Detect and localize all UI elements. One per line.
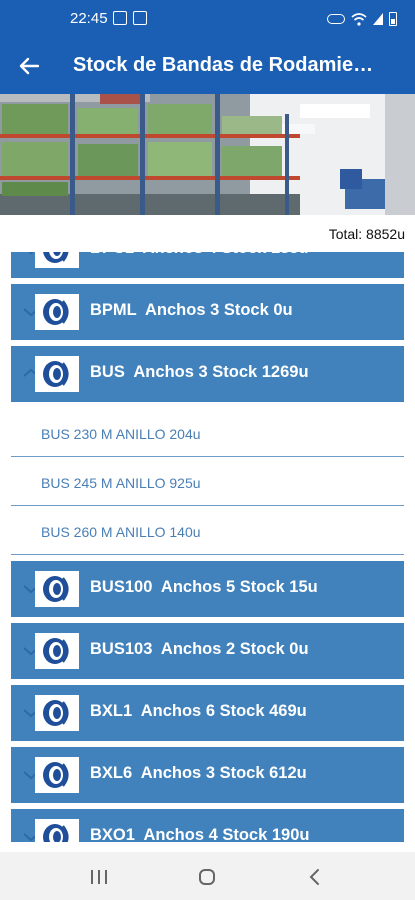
arrow-left-icon: [19, 57, 39, 75]
group-header[interactable]: BUS Anchos 3 Stock 1269u: [11, 346, 404, 402]
group-label: BUS100 Anchos 5 Stock 15u: [90, 578, 318, 596]
warehouse-banner-image: [0, 94, 415, 215]
group-header[interactable]: BPML Anchos 3 Stock 0u: [11, 284, 404, 340]
list-item-label: BUS 245 M ANILLO 925u: [41, 475, 201, 491]
status-notification-icons: [113, 11, 147, 25]
list-item[interactable]: BUS 245 M ANILLO 925u: [11, 457, 404, 506]
brand-logo: [35, 571, 79, 607]
tire-logo-icon: [43, 361, 69, 387]
tire-logo-icon: [43, 299, 69, 325]
group-header[interactable]: BUS103 Anchos 2 Stock 0u: [11, 623, 404, 679]
back-icon: [309, 869, 319, 885]
group-header[interactable]: BXL6 Anchos 3 Stock 612u: [11, 747, 404, 803]
group-label: BUS Anchos 3 Stock 1269u: [90, 363, 309, 381]
brand-logo: [35, 252, 79, 268]
tire-logo-icon: [43, 576, 69, 602]
list-item[interactable]: BUS 230 M ANILLO 204u: [11, 408, 404, 457]
tire-logo-icon: [43, 824, 69, 842]
group-label: BPC1 Anchos 4 Stock 183u: [90, 252, 309, 258]
total-stock-text: Total: 8852u: [328, 226, 405, 242]
recents-icon: [91, 870, 107, 884]
tire-logo-icon: [43, 252, 69, 263]
stock-list[interactable]: BPC1 Anchos 4 Stock 183u BPML Anchos 3 St…: [0, 252, 415, 842]
group-label: BXL1 Anchos 6 Stock 469u: [90, 702, 307, 720]
group-header[interactable]: BUS100 Anchos 5 Stock 15u: [11, 561, 404, 617]
recents-button[interactable]: [86, 864, 112, 890]
group-header[interactable]: BXO1 Anchos 4 Stock 190u: [11, 809, 404, 842]
tire-logo-icon: [43, 700, 69, 726]
list-item[interactable]: BUS 260 M ANILLO 140u: [11, 506, 404, 555]
brand-logo: [35, 356, 79, 392]
nav-back-button[interactable]: [302, 864, 328, 890]
battery-icon: [389, 12, 397, 26]
brand-logo: [35, 633, 79, 669]
page-title: Stock de Bandas de Rodamie…: [73, 54, 374, 76]
signal-icon: [373, 13, 383, 25]
brand-logo: [35, 819, 79, 842]
group-header[interactable]: BPC1 Anchos 4 Stock 183u: [11, 252, 404, 278]
list-item-label: BUS 230 M ANILLO 204u: [41, 426, 201, 442]
key-icon: [327, 14, 345, 24]
brand-logo: [35, 294, 79, 330]
tire-logo-icon: [43, 762, 69, 788]
group-label: BUS103 Anchos 2 Stock 0u: [90, 640, 309, 658]
brand-logo: [35, 757, 79, 793]
gallery-icon: [113, 11, 127, 25]
group-label: BXL6 Anchos 3 Stock 612u: [90, 764, 307, 782]
home-icon: [199, 869, 215, 885]
group-header[interactable]: BXL1 Anchos 6 Stock 469u: [11, 685, 404, 741]
back-button[interactable]: [14, 52, 44, 80]
app-toolbar: Stock de Bandas de Rodamie…: [0, 38, 415, 94]
list-item-label: BUS 260 M ANILLO 140u: [41, 524, 201, 540]
wifi-icon: [351, 12, 367, 26]
status-bar: 22:45: [0, 0, 415, 38]
brand-logo: [35, 695, 79, 731]
screenshot-icon: [133, 11, 147, 25]
status-system-icons: [327, 12, 397, 26]
home-button[interactable]: [194, 864, 220, 890]
tire-logo-icon: [43, 638, 69, 664]
group-label: BXO1 Anchos 4 Stock 190u: [90, 826, 310, 842]
status-time: 22:45: [70, 10, 108, 27]
group-label: BPML Anchos 3 Stock 0u: [90, 301, 293, 319]
stock-list-content: BPC1 Anchos 4 Stock 183u BPML Anchos 3 St…: [0, 252, 415, 842]
system-navigation-bar: [0, 852, 415, 900]
